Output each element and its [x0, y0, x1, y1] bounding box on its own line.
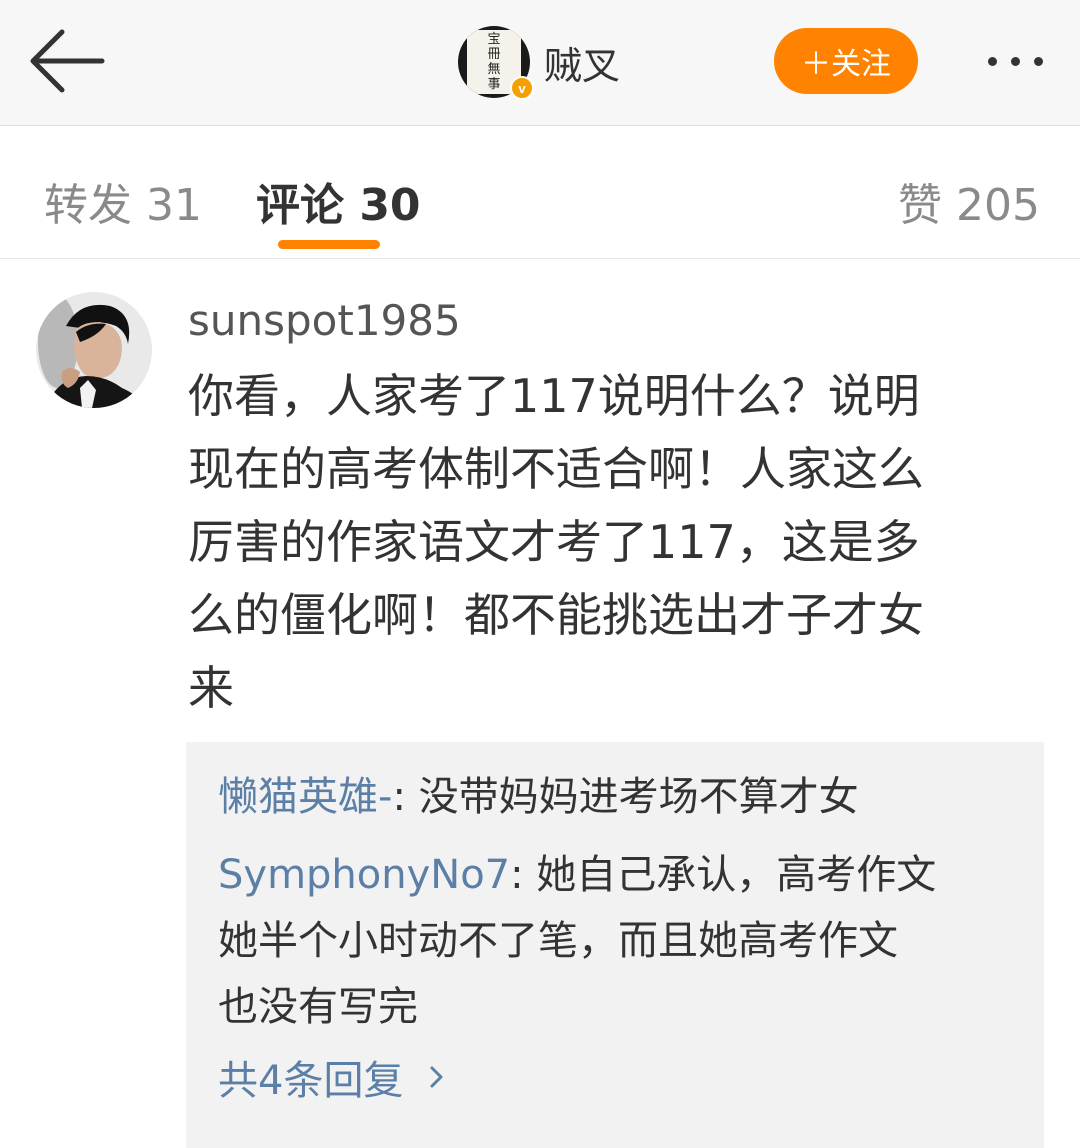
reply-text: 她半个小时动不了笔，而且她高考作文: [218, 918, 898, 964]
reply-item: 懒猫英雄-: 没带妈妈进考场不算才女: [218, 764, 1018, 830]
tab-repost[interactable]: 转发 31: [44, 169, 202, 233]
comment-text: 你看，人家考了117说明什么？说明 现在的高考体制不适合啊！人家这么 厉害的作家…: [188, 360, 1038, 725]
reply-preview-box[interactable]: 懒猫英雄-: 没带妈妈进考场不算才女 SymphonyNo7: 她自己承认，高考…: [186, 742, 1044, 1148]
reply-item: SymphonyNo7: 她自己承认，高考作文 她半个小时动不了笔，而且她高考作…: [218, 842, 1018, 1040]
author-info[interactable]: 宝 冊 無 事 v 贼叉: [458, 24, 620, 100]
more-dots-icon: [987, 56, 997, 66]
reply-text: : 没带妈妈进考场不算才女: [392, 774, 859, 820]
reply-username[interactable]: SymphonyNo7: [218, 852, 510, 898]
comment-text-line: 来: [188, 661, 234, 715]
verified-badge-icon: v: [510, 76, 534, 100]
more-dots-icon: [1010, 56, 1020, 66]
arrow-left-icon: [30, 29, 105, 93]
follow-button[interactable]: ＋关注: [774, 28, 918, 94]
comment-text-line: 你看，人家考了117说明什么？说明: [188, 369, 920, 423]
commenter-username[interactable]: sunspot1985: [188, 296, 461, 345]
tab-like[interactable]: 赞 205: [898, 169, 1040, 233]
commenter-avatar[interactable]: [36, 292, 152, 408]
chevron-right-icon: [430, 1066, 443, 1088]
active-tab-indicator: [278, 240, 380, 249]
reply-username[interactable]: 懒猫英雄-: [218, 774, 392, 820]
top-nav-bar: 宝 冊 無 事 v 贼叉 ＋关注: [0, 0, 1080, 126]
more-dots-icon: [1033, 56, 1043, 66]
view-all-replies-link[interactable]: 共4条回复: [218, 1048, 449, 1106]
comment-text-line: 现在的高考体制不适合啊！人家这么: [188, 442, 924, 496]
more-options-button[interactable]: [974, 40, 1056, 82]
comment-text-line: 么的僵化啊！都不能挑选出才子才女: [188, 588, 924, 642]
commenter-avatar-image: [36, 292, 152, 408]
tab-comment[interactable]: 评论 30: [256, 169, 421, 233]
comment-text-line: 厉害的作家语文才考了117，这是多: [188, 515, 920, 569]
comment-item: sunspot1985 你看，人家考了117说明什么？说明 现在的高考体制不适合…: [0, 260, 1080, 1148]
reply-text: : 她自己承认，高考作文: [510, 852, 937, 898]
author-name[interactable]: 贼叉: [544, 35, 620, 90]
reply-text: 也没有写完: [218, 984, 418, 1030]
avatar-glyph: 宝: [487, 32, 501, 47]
tab-bar: 转发 31 评论 30 赞 205: [0, 127, 1080, 259]
avatar-glyph: 冊: [487, 47, 501, 62]
back-button[interactable]: [26, 26, 108, 96]
more-replies-label: 共4条回复: [218, 1058, 404, 1104]
author-avatar[interactable]: 宝 冊 無 事 v: [458, 26, 534, 100]
avatar-glyph: 無: [487, 62, 501, 77]
avatar-glyph: 事: [487, 77, 501, 92]
